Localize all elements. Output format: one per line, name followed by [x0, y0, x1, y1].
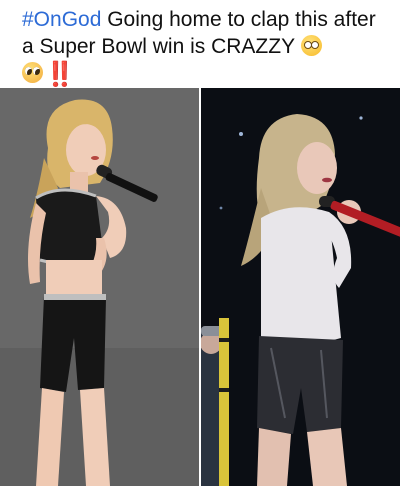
photo-collage[interactable] [0, 88, 400, 486]
performer-black-outfit-illustration [0, 88, 199, 486]
photo-left[interactable] [0, 88, 199, 486]
post-caption: #OnGod Going home to clap this after a S… [22, 6, 392, 88]
performer-white-top-illustration [201, 88, 400, 486]
meme-post: #OnGod Going home to clap this after a S… [0, 0, 400, 486]
pleading-face-icon [22, 62, 43, 83]
flushed-face-icon [300, 35, 322, 56]
double-exclamation-icon: ‼️ [45, 61, 75, 88]
photo-right[interactable] [201, 88, 400, 486]
hashtag-link[interactable]: #OnGod [22, 8, 101, 31]
